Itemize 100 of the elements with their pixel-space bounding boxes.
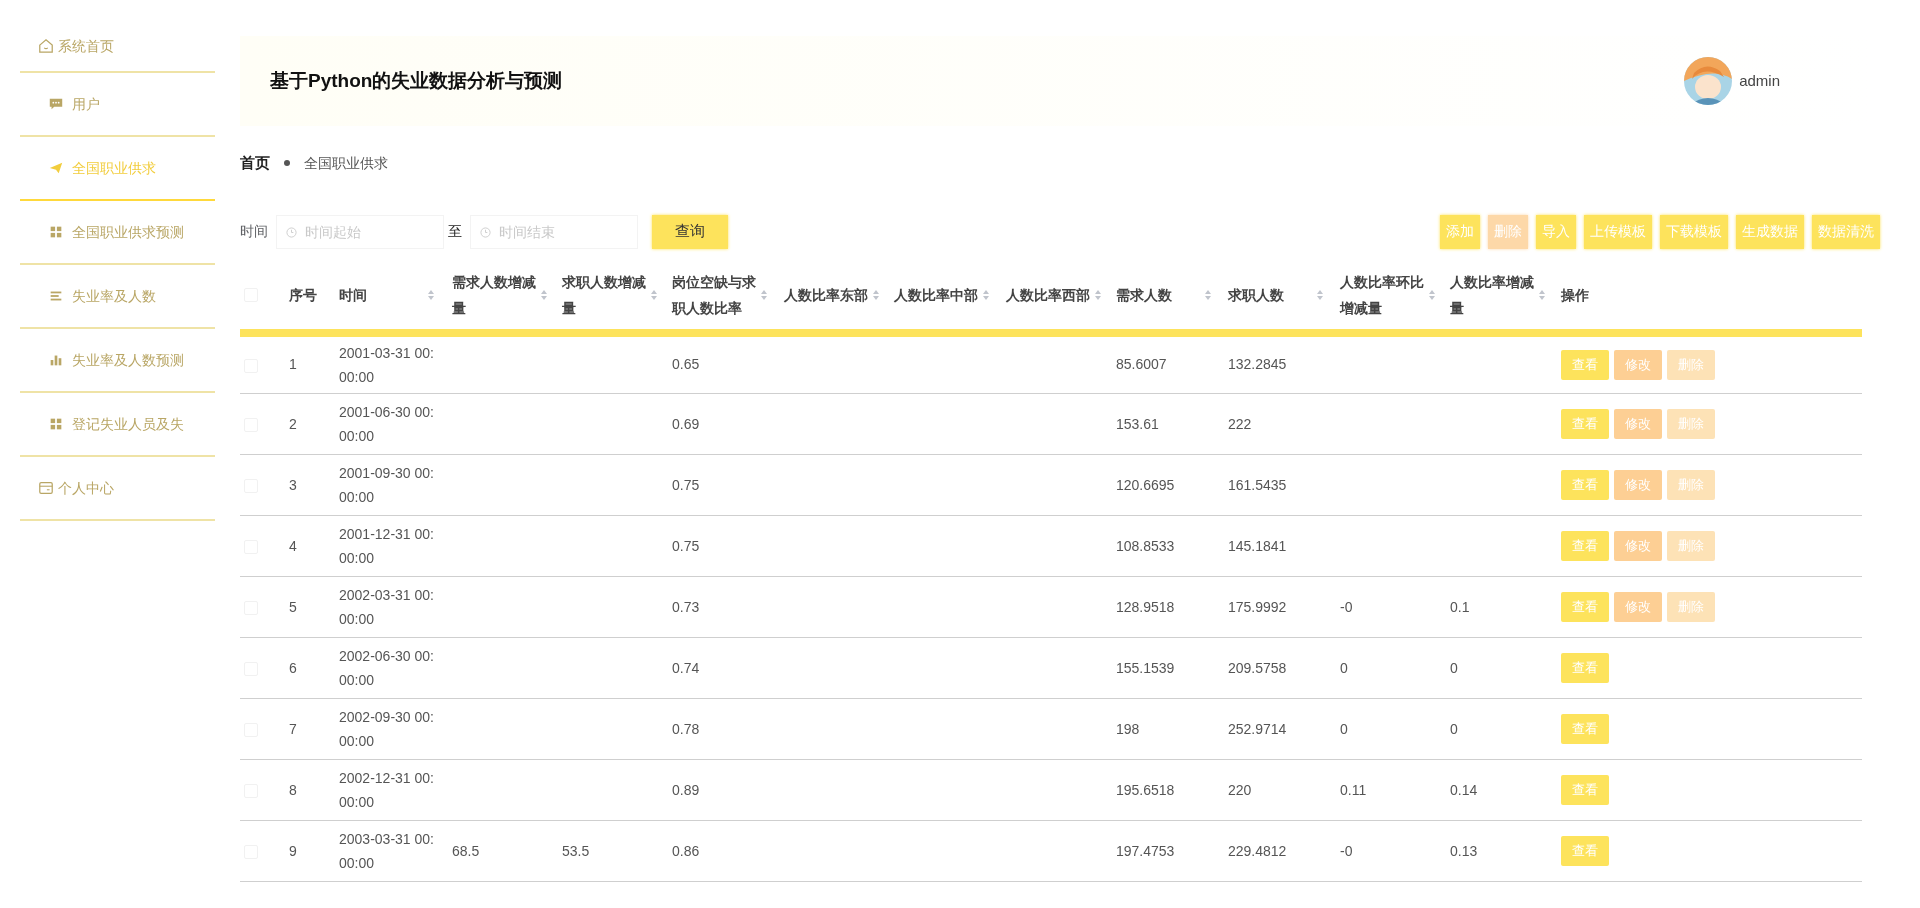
sort-icon[interactable] bbox=[540, 288, 548, 301]
table-cell: 7 bbox=[289, 720, 297, 737]
view-button[interactable]: 查看 bbox=[1561, 531, 1609, 561]
sort-icon[interactable] bbox=[1094, 288, 1102, 301]
view-button[interactable]: 查看 bbox=[1561, 653, 1609, 683]
edit-button[interactable]: 修改 bbox=[1614, 349, 1662, 380]
toolbar-button[interactable]: 生成数据 bbox=[1736, 214, 1804, 249]
paper-plane-icon bbox=[48, 160, 64, 176]
sort-icon[interactable] bbox=[1316, 288, 1324, 301]
view-button[interactable]: 查看 bbox=[1561, 775, 1609, 805]
table-cell: 85.6007 bbox=[1116, 356, 1167, 373]
home-icon bbox=[38, 38, 54, 54]
table-cell: 2 bbox=[289, 415, 297, 432]
sidebar-item[interactable]: 登记失业人员及失 bbox=[20, 393, 215, 457]
table-cell-text: 2002-03-31 00:00:00 bbox=[339, 586, 435, 629]
toolbar-button[interactable]: 下载模板 bbox=[1660, 214, 1728, 249]
table-cell: 68.5 bbox=[452, 842, 480, 859]
view-button[interactable]: 查看 bbox=[1561, 836, 1609, 866]
column-header: 求职人数 bbox=[1228, 285, 1285, 305]
sidebar-item[interactable]: 用户 bbox=[20, 73, 215, 137]
sort-icon[interactable] bbox=[1204, 288, 1212, 301]
toolbar-button[interactable]: 添加 bbox=[1440, 214, 1480, 249]
table-cell: 0.69 bbox=[672, 415, 700, 432]
table-cell-text: 2002-06-30 00:00:00 bbox=[339, 647, 435, 690]
sort-icon[interactable] bbox=[760, 288, 768, 301]
table-cell: 0.14 bbox=[1450, 781, 1478, 798]
breadcrumb-link[interactable]: 首页 bbox=[240, 152, 270, 175]
time-label: 时间 bbox=[240, 222, 268, 241]
table-cell: 145.1841 bbox=[1228, 537, 1287, 554]
sort-icon[interactable] bbox=[1538, 288, 1546, 301]
range-separator: 至 bbox=[448, 222, 462, 241]
table-cell: 209.5758 bbox=[1228, 659, 1287, 676]
table-cell: 132.2845 bbox=[1228, 356, 1287, 373]
table-cell: 0 bbox=[1450, 720, 1458, 737]
view-button[interactable]: 查看 bbox=[1561, 349, 1609, 380]
column-header: 人数比率西部 bbox=[1006, 285, 1091, 305]
edit-button[interactable]: 修改 bbox=[1614, 592, 1662, 622]
table-cell: 108.8533 bbox=[1116, 537, 1175, 554]
sidebar-item[interactable]: 全国职业供求 bbox=[20, 137, 215, 201]
table-cell: 220 bbox=[1228, 781, 1252, 798]
sort-icon[interactable] bbox=[427, 288, 435, 301]
table-cell-text: 2002-09-30 00:00:00 bbox=[339, 708, 435, 751]
edit-button[interactable]: 修改 bbox=[1614, 531, 1662, 561]
delete-button[interactable]: 删除 bbox=[1667, 409, 1715, 439]
column-header: 求职人数增减量 bbox=[562, 272, 647, 318]
column-header: 时间 bbox=[339, 285, 368, 305]
sort-icon[interactable] bbox=[982, 288, 990, 301]
view-button[interactable]: 查看 bbox=[1561, 714, 1609, 744]
table-cell: 229.4812 bbox=[1228, 842, 1287, 859]
clock-icon bbox=[480, 226, 491, 238]
delete-button[interactable]: 删除 bbox=[1667, 470, 1715, 500]
table-cell: 0.11 bbox=[1340, 781, 1367, 798]
table-cell-text: 2001-03-31 00:00:00 bbox=[339, 343, 435, 387]
breadcrumb-link[interactable]: 全国职业供求 bbox=[304, 152, 388, 174]
table-cell: 0.86 bbox=[672, 842, 700, 859]
sort-icon[interactable] bbox=[650, 288, 658, 301]
sidebar-item[interactable]: 失业率及人数 bbox=[20, 265, 215, 329]
delete-button[interactable]: 删除 bbox=[1667, 592, 1715, 622]
column-header: 人数比率东部 bbox=[784, 285, 869, 305]
toolbar-button[interactable]: 导入 bbox=[1536, 214, 1576, 249]
sidebar-item[interactable]: 失业率及人数预测 bbox=[20, 329, 215, 393]
toolbar-button[interactable]: 上传模板 bbox=[1584, 214, 1652, 249]
grid-icon bbox=[48, 224, 64, 240]
table-cell: 9 bbox=[289, 842, 297, 859]
table-cell: 0.78 bbox=[672, 720, 700, 737]
sort-icon[interactable] bbox=[872, 288, 880, 301]
table-cell: 0.75 bbox=[672, 476, 700, 493]
toolbar-button[interactable]: 删除 bbox=[1488, 214, 1528, 249]
view-button[interactable]: 查看 bbox=[1561, 409, 1609, 439]
table-cell-text: 2001-06-30 00:00:00 bbox=[339, 403, 435, 446]
column-header: 人数比率中部 bbox=[894, 285, 979, 305]
table-cell: 155.1539 bbox=[1116, 659, 1175, 676]
user-name[interactable]: admin bbox=[1739, 69, 1780, 93]
sidebar-item[interactable]: 系统首页 bbox=[20, 21, 215, 73]
table-cell: 5 bbox=[289, 598, 297, 615]
view-button[interactable]: 查看 bbox=[1561, 470, 1609, 500]
clock-icon bbox=[286, 226, 297, 238]
table-cell: 3 bbox=[289, 476, 297, 493]
table-cell: 128.9518 bbox=[1116, 598, 1175, 615]
view-button[interactable]: 查看 bbox=[1561, 592, 1609, 622]
sort-icon[interactable] bbox=[1428, 288, 1436, 301]
table-cell: 0.1 bbox=[1450, 598, 1470, 615]
edit-button[interactable]: 修改 bbox=[1614, 470, 1662, 500]
sidebar-item[interactable]: 全国职业供求预测 bbox=[20, 201, 215, 265]
sidebar-item[interactable]: 个人中心 bbox=[20, 457, 215, 521]
table-cell-text: 2001-12-31 00:00:00 bbox=[339, 525, 435, 568]
search-button[interactable]: 查询 bbox=[652, 214, 728, 249]
edit-button[interactable]: 修改 bbox=[1614, 409, 1662, 439]
column-header: 操作 bbox=[1561, 285, 1590, 305]
column-header: 人数比率增减量 bbox=[1450, 272, 1535, 318]
table-cell: 1 bbox=[289, 356, 297, 373]
delete-button[interactable]: 删除 bbox=[1667, 349, 1715, 380]
table-cell: 153.61 bbox=[1116, 415, 1159, 432]
table-cell: 0.73 bbox=[672, 598, 700, 615]
column-header: 序号 bbox=[289, 285, 318, 305]
table-cell-text: 2002-12-31 00:00:00 bbox=[339, 769, 435, 812]
toolbar-button[interactable]: 数据清洗 bbox=[1812, 214, 1880, 249]
table-cell: 197.4753 bbox=[1116, 842, 1175, 859]
table-cell: 222 bbox=[1228, 415, 1252, 432]
delete-button[interactable]: 删除 bbox=[1667, 531, 1715, 561]
